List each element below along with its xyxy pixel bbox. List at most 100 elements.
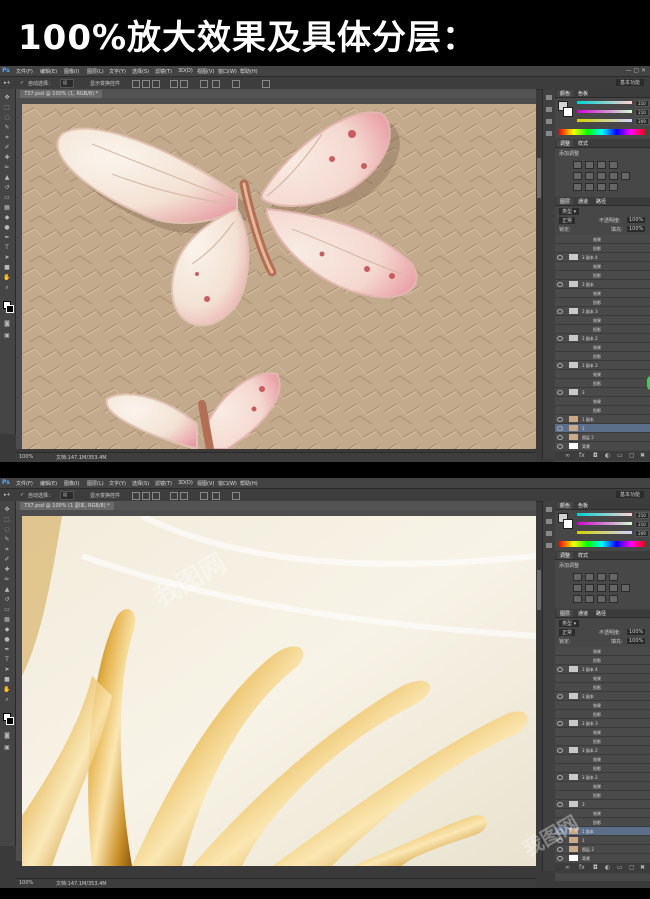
menu-3d[interactable]: 3D(D): [178, 68, 193, 74]
dodge-icon[interactable]: ●: [3, 637, 11, 643]
distribute-icon[interactable]: [180, 492, 188, 500]
history-brush-icon[interactable]: ↺: [3, 597, 11, 603]
brightness-icon[interactable]: [573, 573, 582, 581]
layer-row[interactable]: 3 副本 2: [555, 773, 650, 782]
properties-icon[interactable]: [546, 519, 552, 524]
curves-icon[interactable]: [597, 573, 606, 581]
bg-swatch[interactable]: [563, 107, 573, 117]
brush-panel-icon[interactable]: [546, 531, 552, 536]
eyedropper-icon[interactable]: ✐: [3, 557, 11, 563]
layer-row[interactable]: 效果: [555, 728, 650, 737]
tab-adjust[interactable]: 调整: [557, 140, 574, 147]
color-balance-icon[interactable]: [597, 584, 606, 592]
type-icon[interactable]: T: [3, 657, 11, 663]
invert-icon[interactable]: [573, 183, 582, 191]
scroll-thumb[interactable]: [537, 570, 541, 610]
curves-icon[interactable]: [597, 161, 606, 169]
blur-icon[interactable]: ◆: [3, 627, 11, 633]
menu-file[interactable]: 文件(F): [16, 480, 33, 487]
eraser-icon[interactable]: ▭: [3, 195, 11, 201]
menu-layer[interactable]: 图层(L): [87, 68, 104, 75]
threshold-icon[interactable]: [597, 183, 606, 191]
layer-row[interactable]: 图层 2: [555, 845, 650, 854]
document-tab-label[interactable]: 737.psd @ 100% (1, RGB/8) *: [20, 90, 103, 98]
blur-icon[interactable]: ◆: [3, 215, 11, 221]
document-tab-label[interactable]: 737.psd @ 100% (1 副本, RGB/8) *: [20, 502, 114, 510]
layer-row[interactable]: 背景: [555, 442, 650, 449]
tab-styles[interactable]: 样式: [575, 140, 591, 147]
levels-icon[interactable]: [585, 161, 594, 169]
layer-row[interactable]: 效果: [555, 235, 650, 244]
photo-filter-icon[interactable]: [621, 172, 630, 180]
eraser-icon[interactable]: ▭: [3, 607, 11, 613]
g-slider[interactable]: [577, 522, 632, 525]
menu-select[interactable]: 选择(S): [132, 68, 149, 75]
menu-window[interactable]: 窗口(W): [218, 68, 237, 75]
crop-icon[interactable]: ⌗: [3, 547, 11, 553]
tab-layers[interactable]: 图层: [557, 610, 574, 617]
exposure-icon[interactable]: [609, 161, 618, 169]
layer-row[interactable]: 效果: [555, 647, 650, 656]
document-tab[interactable]: 737.psd @ 100% (1 副本, RGB/8) *: [16, 501, 536, 510]
menu-window[interactable]: 窗口(W): [218, 480, 237, 487]
background-color-swatch[interactable]: [6, 305, 14, 313]
layer-row[interactable]: 投影: [555, 379, 650, 388]
marquee-icon[interactable]: ⬚: [3, 517, 11, 523]
layer-row[interactable]: 3 副本 2: [555, 746, 650, 755]
g-value[interactable]: 210: [635, 109, 649, 116]
quick-mask-icon[interactable]: ◙: [3, 733, 11, 739]
background-color-swatch[interactable]: [6, 717, 14, 725]
heal-icon[interactable]: ✚: [3, 155, 11, 161]
blend-mode-select[interactable]: 正常: [559, 217, 576, 224]
gradient-icon[interactable]: ▦: [3, 205, 11, 211]
menu-filter[interactable]: 滤镜(T): [155, 68, 172, 75]
gradient-map-icon[interactable]: [609, 595, 618, 603]
stamp-icon[interactable]: ▲: [3, 175, 11, 181]
tab-styles[interactable]: 样式: [575, 552, 591, 559]
layer-row[interactable]: 1 副本: [555, 415, 650, 424]
align-icon[interactable]: [152, 80, 160, 88]
layer-row[interactable]: 效果: [555, 674, 650, 683]
layer-row[interactable]: 投影: [555, 791, 650, 800]
threshold-icon[interactable]: [597, 595, 606, 603]
layer-row[interactable]: 投影: [555, 683, 650, 692]
b-slider[interactable]: [577, 531, 632, 534]
zoom-icon[interactable]: ⌕: [3, 285, 11, 291]
workspace-switcher[interactable]: 基本功能: [615, 79, 644, 86]
eyedropper-icon[interactable]: ✐: [3, 145, 11, 151]
layer-row[interactable]: 投影: [555, 352, 650, 361]
show-transform-label[interactable]: 显示变换控件: [90, 492, 120, 499]
document-tab[interactable]: 737.psd @ 100% (1, RGB/8) *: [16, 89, 536, 98]
layer-row[interactable]: 效果: [555, 782, 650, 791]
opacity-value[interactable]: 100%: [627, 217, 646, 223]
history-icon[interactable]: [546, 507, 552, 512]
zoom-icon[interactable]: ⌕: [3, 697, 11, 703]
move-tool-icon[interactable]: ▸+: [4, 492, 11, 498]
layer-row[interactable]: 投影: [555, 656, 650, 665]
layer-row[interactable]: 3 副本 3: [555, 719, 650, 728]
layer-row[interactable]: 投影: [555, 764, 650, 773]
zoom-level[interactable]: 100%: [19, 454, 33, 460]
link-icon[interactable]: ∞: [565, 864, 570, 871]
opacity-value[interactable]: 100%: [627, 629, 646, 635]
layer-row[interactable]: 效果: [555, 316, 650, 325]
layer-row[interactable]: 效果: [555, 755, 650, 764]
tab-paths[interactable]: 路径: [593, 198, 609, 205]
vibrance-icon[interactable]: [573, 584, 582, 592]
trash-icon[interactable]: ✖: [640, 864, 645, 871]
brush-icon[interactable]: ✏: [3, 165, 11, 171]
align-icon[interactable]: [132, 492, 140, 500]
r-slider[interactable]: [577, 101, 632, 104]
b-value[interactable]: 209: [635, 118, 649, 125]
layer-row[interactable]: 3 副本 3: [555, 307, 650, 316]
vibrance-icon[interactable]: [573, 172, 582, 180]
posterize-icon[interactable]: [585, 595, 594, 603]
tab-channels[interactable]: 通道: [575, 198, 591, 205]
hand-icon[interactable]: ✋: [3, 275, 11, 281]
r-value[interactable]: 210: [635, 512, 649, 519]
tab-paths[interactable]: 路径: [593, 610, 609, 617]
character-icon[interactable]: [546, 543, 552, 548]
layer-row[interactable]: 3 副本 2: [555, 361, 650, 370]
quick-select-icon[interactable]: ✎: [3, 537, 11, 543]
layer-row[interactable]: 投影: [555, 271, 650, 280]
